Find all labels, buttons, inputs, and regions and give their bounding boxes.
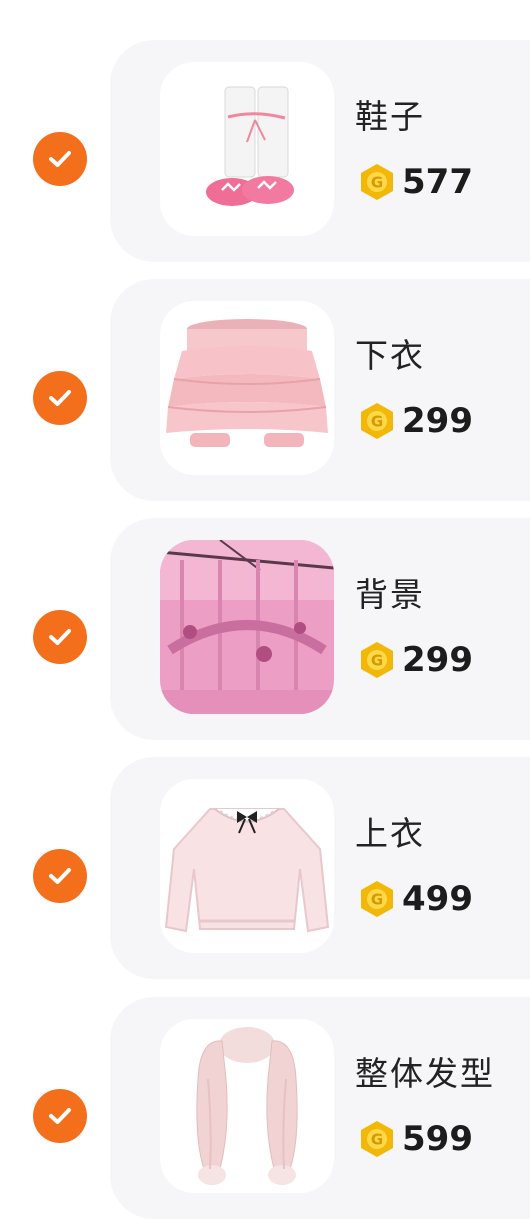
coin-icon: G bbox=[361, 164, 393, 200]
item-name: 鞋子 bbox=[355, 97, 425, 136]
list-item[interactable]: 上衣 G 499 bbox=[0, 757, 530, 979]
hairstyle-icon bbox=[160, 1019, 334, 1193]
list-item[interactable]: 背景 G 299 bbox=[0, 518, 530, 740]
item-name: 背景 bbox=[355, 575, 425, 614]
item-name: 整体发型 bbox=[355, 1054, 495, 1093]
svg-text:G: G bbox=[371, 413, 383, 431]
price-value: 499 bbox=[402, 879, 473, 919]
selected-check-icon[interactable] bbox=[33, 610, 87, 664]
price-value: 599 bbox=[402, 1119, 473, 1159]
item-price: G 577 bbox=[358, 160, 473, 204]
selected-check-icon[interactable] bbox=[33, 849, 87, 903]
list-item[interactable]: 整体发型 G 599 bbox=[0, 997, 530, 1219]
coin-icon: G bbox=[361, 1121, 393, 1157]
item-price: G 299 bbox=[358, 638, 473, 682]
skirt-icon bbox=[160, 301, 334, 475]
coin-icon: G bbox=[361, 881, 393, 917]
item-price: G 299 bbox=[358, 399, 473, 443]
item-price: G 599 bbox=[358, 1117, 473, 1161]
selected-check-icon[interactable] bbox=[33, 1089, 87, 1143]
list-item[interactable]: 鞋子 G 577 bbox=[0, 40, 530, 262]
item-name: 上衣 bbox=[355, 814, 425, 853]
list-item[interactable]: 下衣 G 299 bbox=[0, 279, 530, 501]
selected-check-icon[interactable] bbox=[33, 371, 87, 425]
price-value: 299 bbox=[402, 640, 473, 680]
svg-text:G: G bbox=[371, 652, 383, 670]
svg-text:G: G bbox=[371, 1131, 383, 1149]
selected-check-icon[interactable] bbox=[33, 132, 87, 186]
price-value: 577 bbox=[402, 162, 473, 202]
sweater-icon bbox=[160, 779, 334, 953]
coin-icon: G bbox=[361, 403, 393, 439]
background-scene-icon bbox=[160, 540, 334, 714]
purchase-item-list: 鞋子 G 577 下衣 G 299 背景 G 299 上衣 G 499 整体发型… bbox=[0, 0, 530, 1219]
item-name: 下衣 bbox=[355, 336, 425, 375]
item-price: G 499 bbox=[358, 877, 473, 921]
coin-icon: G bbox=[361, 642, 393, 678]
svg-text:G: G bbox=[371, 891, 383, 909]
shoes-icon bbox=[160, 62, 334, 236]
svg-text:G: G bbox=[371, 174, 383, 192]
price-value: 299 bbox=[402, 401, 473, 441]
